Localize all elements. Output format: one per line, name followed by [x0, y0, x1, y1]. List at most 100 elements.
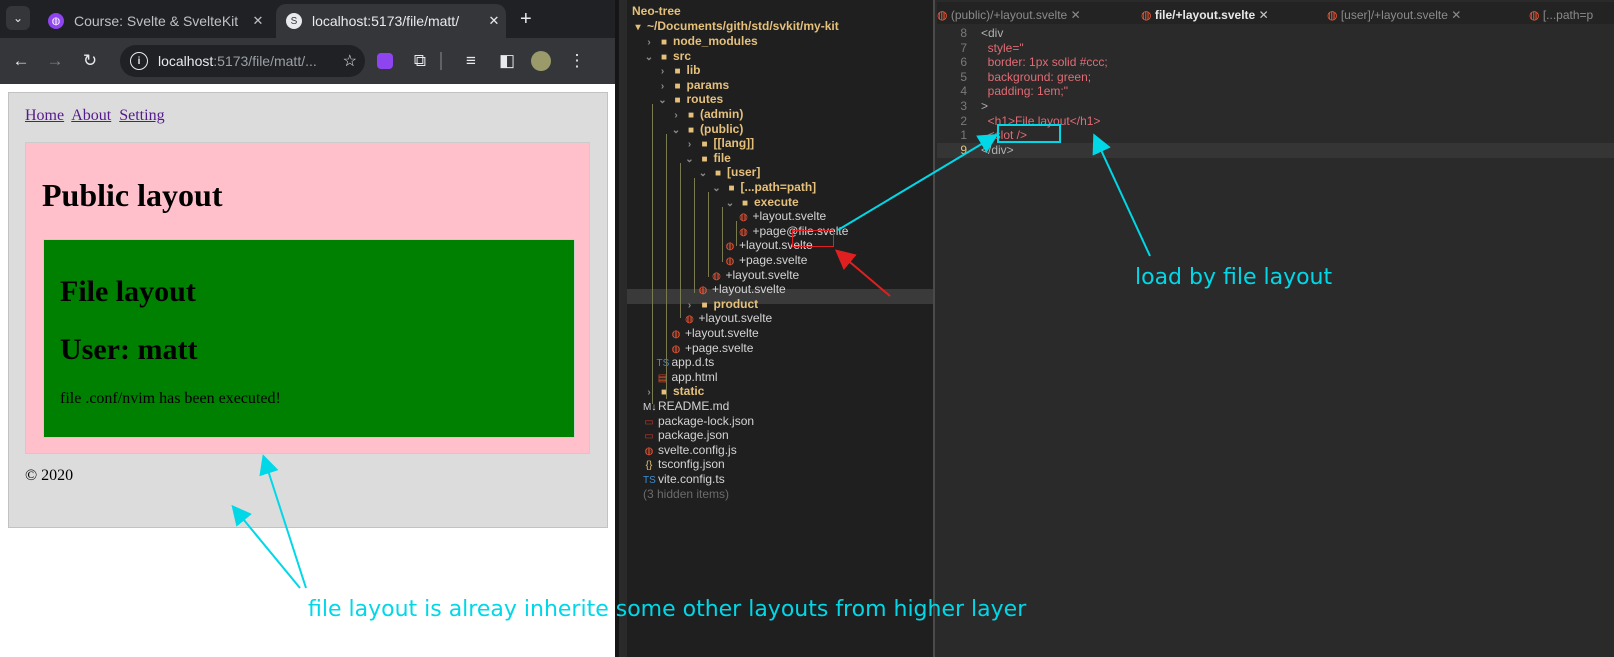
- extension-icon[interactable]: [372, 48, 398, 74]
- site-nav: Home About Setting: [25, 107, 169, 125]
- tree-item[interactable]: › ■ product: [684, 296, 759, 312]
- tree-item[interactable]: (3 hidden items): [643, 487, 729, 502]
- address-bar[interactable]: i localhost:5173/file/matt/... ☆: [120, 45, 365, 77]
- user-heading: User: matt: [60, 333, 198, 366]
- chevron-down-icon[interactable]: ⌄: [657, 93, 669, 108]
- tree-item[interactable]: › ■ [[lang]]: [684, 136, 754, 151]
- chevron-down-icon[interactable]: ⌄: [697, 166, 709, 181]
- bookmark-star-icon[interactable]: ☆: [343, 51, 357, 71]
- tree-item-label: execute: [754, 194, 799, 209]
- tree-item[interactable]: ⌄ ■ execute: [724, 195, 799, 210]
- chevron-down-icon[interactable]: ⌄: [670, 123, 682, 138]
- tree-item[interactable]: ▭ package-lock.json: [643, 414, 754, 429]
- tree-item[interactable]: ⌄ ■ [...path=path]: [711, 180, 816, 196]
- chevron-down-icon[interactable]: ⌄: [684, 152, 696, 167]
- public-layout-heading: Public layout: [42, 177, 223, 213]
- new-tab-button[interactable]: +: [520, 8, 532, 31]
- nav-link-home[interactable]: Home: [25, 107, 64, 124]
- course-favicon-icon: ◍: [48, 13, 64, 29]
- close-icon[interactable]: ✕: [246, 13, 270, 29]
- tree-item[interactable]: ◍ +layout.svelte: [684, 311, 772, 326]
- code-line[interactable]: 9 </div>: [937, 142, 1614, 158]
- tree-item[interactable]: ⌄ ■ file: [684, 151, 731, 166]
- tree-item-label: lib: [686, 63, 701, 78]
- media-controls-icon[interactable]: ≡: [458, 48, 484, 74]
- tree-item[interactable]: ◍ +page.svelte: [724, 253, 808, 268]
- execution-message: file .conf/nvim has been executed!: [60, 390, 281, 407]
- tree-item-label: product: [713, 296, 759, 311]
- close-icon[interactable]: ✕: [1259, 8, 1269, 22]
- tree-item[interactable]: ▭ package.json: [643, 428, 728, 443]
- tab-label: file/+layout.svelte: [1154, 8, 1256, 22]
- line-text: <div: [981, 26, 1004, 40]
- extensions-puzzle-icon[interactable]: ⧉: [407, 48, 433, 74]
- buffer-tab-path-layout[interactable]: ◍ [...path=p: [1529, 8, 1593, 22]
- toolbar-divider: [440, 52, 442, 70]
- tree-item[interactable]: ◍ +layout.svelte: [670, 326, 759, 341]
- window-divider: [615, 0, 619, 657]
- close-icon[interactable]: ✕: [482, 13, 506, 29]
- code-buffer[interactable]: 8 <div 7 style=" 6 border: 1px solid #ccc; 5…: [937, 24, 1614, 657]
- chevron-down-icon[interactable]: ⌄: [643, 50, 655, 65]
- tab-course[interactable]: ◍ Course: Svelte & SvelteKit ✕: [38, 4, 270, 38]
- code-line[interactable]: 8 <div: [937, 26, 1614, 41]
- public-layout-box: Public layout File layout User: matt fil…: [25, 142, 590, 454]
- annotation-inherit: file layout is alreay inherite some othe…: [308, 597, 1027, 622]
- tree-item-label: app.d.ts: [671, 355, 715, 370]
- tree-item[interactable]: ◍ +page.svelte: [670, 341, 754, 356]
- code-line[interactable]: 6 border: 1px solid #ccc;: [937, 55, 1614, 70]
- buffer-tab-file-layout[interactable]: ◍ file/+layout.svelte ✕: [1141, 8, 1269, 22]
- annotation-load-by: load by file layout: [1135, 265, 1333, 290]
- buffer-tab-public-layout[interactable]: ◍ (public)/+layout.svelte ✕: [937, 8, 1081, 22]
- tree-root[interactable]: ▾ ~/Documents/gith/std/svkit/my-kit: [632, 19, 838, 34]
- chevron-down-icon[interactable]: ⌄: [711, 181, 723, 196]
- profile-avatar[interactable]: [528, 48, 554, 74]
- tree-item[interactable]: › ■ lib: [657, 63, 701, 78]
- side-panel-icon[interactable]: ◧: [494, 48, 520, 74]
- code-line[interactable]: 4 padding: 1em;": [937, 84, 1614, 99]
- buffer-tab-user-layout[interactable]: ◍ [user]/+layout.svelte ✕: [1327, 8, 1461, 22]
- tree-item-label: vite.config.ts: [658, 472, 725, 486]
- tree-item[interactable]: {} tsconfig.json: [643, 457, 725, 472]
- tree-item-label: [user]: [727, 165, 761, 180]
- line-number: 2: [960, 113, 967, 128]
- close-icon[interactable]: ✕: [1451, 8, 1461, 22]
- line-text: >: [981, 99, 989, 113]
- chevron-down-icon[interactable]: ⌄: [724, 196, 736, 211]
- tree-item[interactable]: TS vite.config.ts: [643, 472, 725, 487]
- tree-item-label: +page.svelte: [739, 253, 808, 267]
- info-icon[interactable]: i: [130, 52, 148, 70]
- tab-search-button[interactable]: ⌄: [6, 6, 30, 30]
- nav-link-setting[interactable]: Setting: [119, 107, 164, 124]
- back-arrow-icon[interactable]: ←: [8, 48, 34, 74]
- indent-guide: [680, 163, 681, 318]
- tree-item[interactable]: › ■ (admin): [670, 107, 743, 122]
- tree-item[interactable]: ◍ svelte.config.js: [643, 443, 737, 458]
- indent-guide: [736, 221, 737, 246]
- tree-item[interactable]: ⌄ ■ routes: [657, 92, 723, 108]
- tree-item[interactable]: ⌄ ■ [user]: [697, 165, 761, 181]
- tree-item[interactable]: ⌄ ■ (public): [670, 122, 744, 138]
- nav-link-about[interactable]: About: [71, 107, 111, 124]
- tab-localhost[interactable]: S localhost:5173/file/matt/ ✕: [276, 4, 506, 38]
- svelte-icon: ◍: [1141, 8, 1152, 22]
- menu-kebab-icon[interactable]: ⋮: [564, 48, 590, 74]
- tree-item[interactable]: ⌄ ■ src: [643, 49, 691, 64]
- file-highlight-box: [792, 230, 834, 247]
- tree-item[interactable]: › ■ node_modules: [643, 34, 758, 49]
- code-line[interactable]: 7 style=": [937, 41, 1614, 56]
- tree-item[interactable]: ◍ +layout.svelte: [711, 268, 799, 283]
- code-line[interactable]: 3 >: [937, 99, 1614, 114]
- indent-guide: [652, 104, 653, 404]
- line-number: 9: [960, 142, 967, 157]
- reload-icon[interactable]: ↻: [77, 48, 103, 74]
- tree-item[interactable]: M↓ README.md: [643, 399, 729, 414]
- tree-item[interactable]: ◍ +layout.svelte: [697, 282, 786, 297]
- code-line[interactable]: 5 background: green;: [937, 70, 1614, 85]
- forward-arrow-icon[interactable]: →: [42, 48, 68, 74]
- tree-item[interactable]: › ■ params: [657, 78, 729, 93]
- url-host: localhost: [158, 53, 214, 69]
- tree-item[interactable]: ◍ +layout.svelte: [738, 209, 826, 224]
- tree-item-label: node_modules: [673, 34, 758, 48]
- close-icon[interactable]: ✕: [1071, 8, 1081, 22]
